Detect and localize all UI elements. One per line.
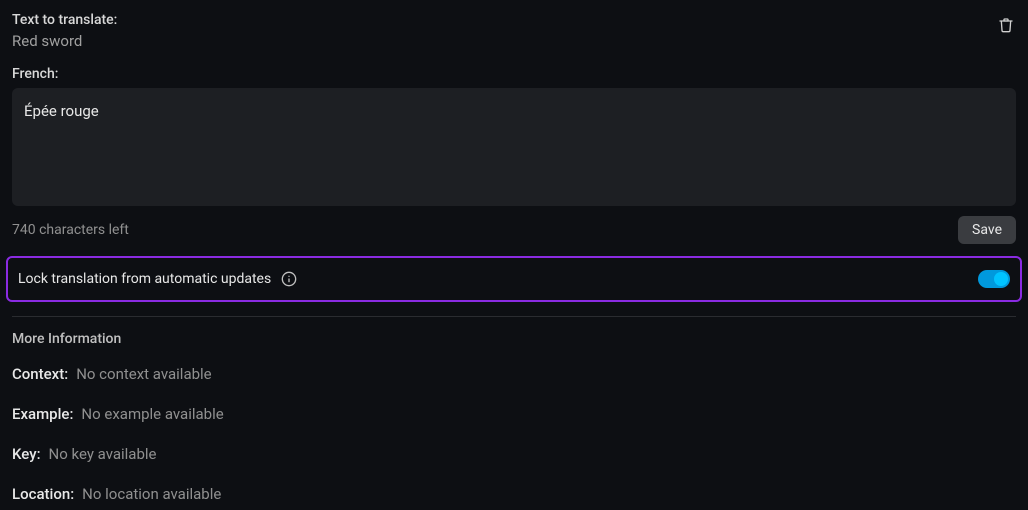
info-row-location: Location: No location available (12, 485, 1016, 503)
info-key: Context: (12, 365, 68, 383)
translation-input[interactable] (12, 88, 1016, 206)
info-key: Location: (12, 485, 74, 503)
info-row-example: Example: No example available (12, 405, 1016, 423)
info-value: No context available (76, 365, 211, 383)
lock-translation-row: Lock translation from automatic updates (6, 256, 1022, 302)
info-key: Key: (12, 445, 41, 463)
info-row-context: Context: No context available (12, 365, 1016, 383)
source-text: Red sword (12, 32, 117, 50)
divider (12, 316, 1016, 317)
target-lang-label: French: (12, 66, 1016, 82)
chars-left: 740 characters left (12, 222, 129, 238)
delete-icon[interactable] (998, 16, 1014, 38)
save-button[interactable]: Save (958, 216, 1016, 244)
info-value: No example available (81, 405, 223, 423)
lock-toggle[interactable] (978, 270, 1010, 288)
info-value: No key available (49, 445, 157, 463)
info-key: Example: (12, 405, 73, 423)
info-value: No location available (82, 485, 221, 503)
more-info-title: More Information (12, 331, 1016, 347)
info-icon[interactable] (281, 271, 297, 287)
lock-label: Lock translation from automatic updates (18, 271, 271, 287)
source-label: Text to translate: (12, 12, 117, 28)
toggle-knob (994, 272, 1008, 286)
info-row-key: Key: No key available (12, 445, 1016, 463)
